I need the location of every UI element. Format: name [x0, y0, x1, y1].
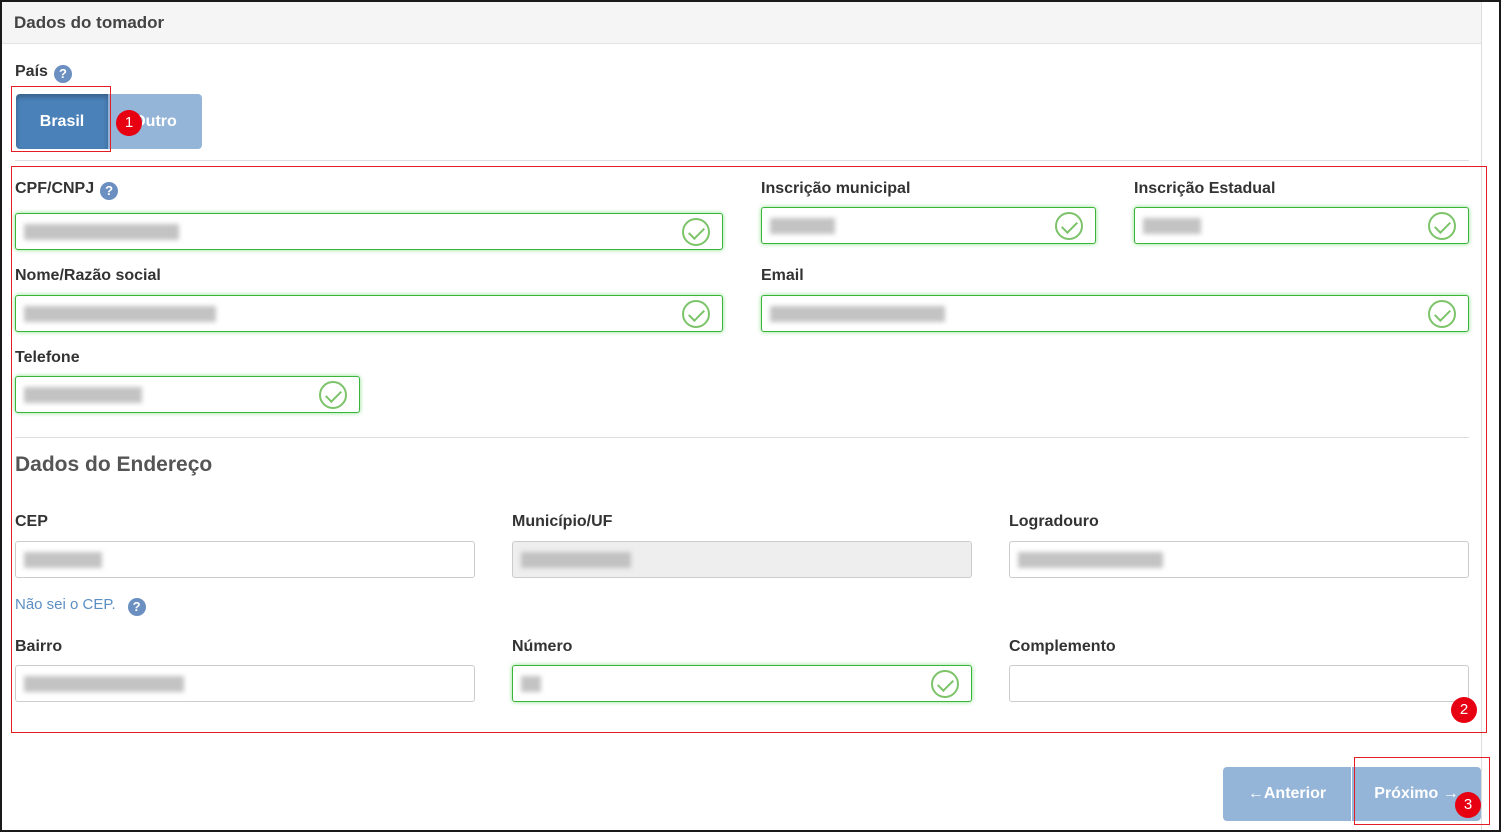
municipio-input — [512, 541, 972, 578]
check-icon — [1428, 300, 1456, 328]
nome-input[interactable] — [15, 295, 723, 332]
nome-label: Nome/Razão social — [15, 267, 161, 284]
check-icon — [682, 300, 710, 328]
logradouro-label: Logradouro — [1009, 513, 1099, 530]
email-input[interactable] — [761, 295, 1469, 332]
numero-label: Número — [512, 638, 573, 655]
cep-input[interactable] — [15, 541, 475, 578]
country-label: País? — [15, 63, 72, 83]
cpf-cnpj-label: CPF/CNPJ? — [15, 180, 119, 200]
logradouro-input[interactable] — [1009, 541, 1469, 578]
help-icon[interactable]: ? — [100, 182, 119, 200]
check-icon — [931, 670, 959, 698]
check-icon — [1428, 212, 1456, 240]
previous-button[interactable]: ←Anterior — [1223, 767, 1351, 821]
panel-title: Dados do tomador — [2, 2, 1481, 44]
annotation-badge-3: 3 — [1455, 792, 1481, 818]
help-icon[interactable]: ? — [127, 598, 146, 616]
check-icon — [1055, 212, 1083, 240]
email-label: Email — [761, 267, 804, 284]
divider — [15, 160, 1469, 161]
check-icon — [319, 381, 347, 409]
numero-input[interactable] — [512, 665, 972, 702]
check-icon — [682, 218, 710, 246]
help-icon[interactable]: ? — [53, 65, 72, 83]
inscricao-estadual-input[interactable] — [1134, 207, 1469, 244]
cpf-cnpj-input[interactable] — [15, 213, 723, 250]
inscricao-municipal-input[interactable] — [761, 207, 1096, 244]
form-panel: Dados do tomador — [2, 2, 1482, 830]
inscricao-estadual-label: Inscrição Estadual — [1134, 180, 1276, 197]
address-section-title: Dados do Endereço — [15, 453, 213, 476]
cep-label: CEP — [15, 513, 48, 530]
complemento-input[interactable] — [1009, 665, 1469, 702]
telefone-input[interactable] — [15, 376, 360, 413]
telefone-label: Telefone — [15, 349, 80, 366]
country-brasil-button[interactable]: Brasil — [16, 94, 108, 149]
annotation-badge-1: 1 — [116, 110, 142, 136]
bairro-input[interactable] — [15, 665, 475, 702]
annotation-badge-2: 2 — [1451, 697, 1477, 723]
divider — [15, 437, 1469, 438]
municipio-label: Município/UF — [512, 513, 613, 530]
complemento-label: Complemento — [1009, 638, 1116, 655]
cep-help-link[interactable]: Não sei o CEP.? — [15, 596, 146, 616]
bairro-label: Bairro — [15, 638, 63, 655]
inscricao-municipal-label: Inscrição municipal — [761, 180, 911, 197]
